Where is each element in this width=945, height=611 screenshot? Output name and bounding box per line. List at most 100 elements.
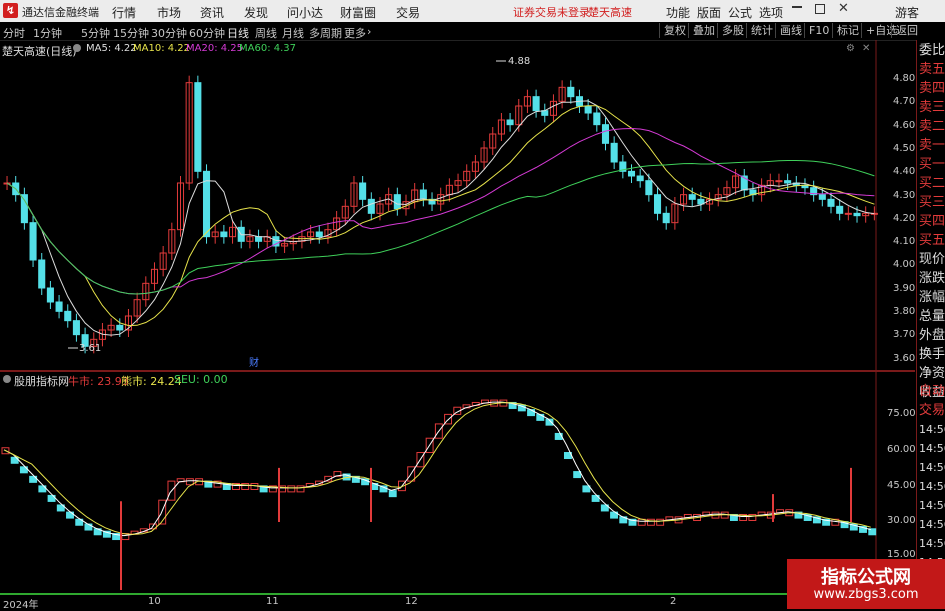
menu-trade[interactable]: 交易 — [396, 4, 420, 21]
candle-body — [220, 231, 228, 238]
menu-options[interactable]: 选项 — [759, 4, 783, 21]
guest-label[interactable]: 游客 — [895, 4, 919, 21]
close-icon[interactable]: ✕ — [838, 1, 849, 16]
quote-sidebar: 委比 卖五 卖四 卖三 卖二 卖一 买一 买二 买三 买四 买五 现价 涨跌 涨幅 总量 外盘 换手 净资 收益 自动… — [916, 40, 945, 609]
candle-body — [255, 236, 263, 242]
maximize-icon[interactable] — [815, 4, 825, 14]
menu-wealth[interactable]: 财富圈 — [340, 4, 376, 21]
period-tab-more[interactable]: 更多 — [344, 25, 366, 41]
price-tick: 4.10 — [893, 236, 916, 248]
watermark-title: 指标公式网 — [821, 567, 911, 588]
period-tab-30min[interactable]: 30分钟 — [151, 25, 187, 41]
time-label: 14:56 — [919, 480, 945, 493]
sidebar-quote-14: 总量 — [919, 309, 945, 324]
indicator-chart[interactable] — [0, 372, 915, 594]
sidebar-quote-15: 外盘 — [919, 328, 945, 343]
price-axis: 4.80 4.70 4.60 4.50 4.40 4.30 4.20 4.10 4.00 3.90… — [877, 40, 915, 370]
price-tick: 3.90 — [893, 282, 916, 294]
axis-bar — [0, 593, 875, 595]
price-tick: 4.40 — [893, 166, 916, 178]
low-price-label: 3.61 — [79, 343, 101, 354]
tool-multi-stock[interactable]: 多股 — [717, 23, 748, 38]
title-bar: ↯ 通达信金融终端 行情 市场 资讯 发现 问小达 财富圈 交易 证券交易未登录… — [0, 0, 945, 22]
menu-function[interactable]: 功能 — [666, 4, 690, 21]
period-tab-15min[interactable]: 15分钟 — [113, 25, 149, 41]
menu-formula[interactable]: 公式 — [728, 4, 752, 21]
period-tab-multi[interactable]: 多周期 — [309, 25, 342, 41]
candle-body — [784, 180, 792, 184]
candle-body — [359, 182, 367, 200]
period-tab-monthly[interactable]: 月线 — [282, 25, 304, 41]
candle-body — [836, 205, 844, 214]
indicator-bar — [573, 471, 582, 479]
indicator-bar — [296, 485, 305, 493]
period-tab-intraday[interactable]: 分时 — [3, 25, 25, 41]
candle-body — [55, 301, 63, 312]
menu-news[interactable]: 资讯 — [200, 4, 224, 21]
sidebar-auto-trade-0[interactable]: 自动 — [917, 383, 945, 401]
price-tick: 4.60 — [893, 119, 916, 131]
tool-mark[interactable]: 标记 — [832, 23, 863, 38]
tool-back[interactable]: 返回 — [891, 23, 922, 38]
period-tab-60min[interactable]: 60分钟 — [189, 25, 225, 41]
price-tick: 3.70 — [893, 329, 916, 341]
menu-layout[interactable]: 版面 — [697, 4, 721, 21]
tool-statistics[interactable]: 统计 — [746, 23, 777, 38]
menu-market[interactable]: 市场 — [157, 4, 181, 21]
time-label: 14:56 — [919, 537, 945, 550]
candle-body — [46, 287, 54, 303]
login-warning[interactable]: 证券交易未登录 — [513, 4, 590, 20]
price-tick: 4.30 — [893, 189, 916, 201]
candle-body — [116, 324, 124, 331]
sidebar-quote-4: 卖二 — [919, 119, 945, 134]
time-label: 14:56 — [919, 461, 945, 474]
tool-restore-rights[interactable]: 复权 — [659, 23, 690, 38]
candle-body — [29, 222, 37, 261]
candle-body — [636, 175, 644, 182]
candle-body — [38, 259, 46, 289]
time-label: 14:56 — [919, 423, 945, 436]
price-tick: 4.00 — [893, 259, 916, 271]
tool-draw[interactable]: 画线 — [775, 23, 806, 38]
period-tab-5min[interactable]: 5分钟 — [81, 25, 110, 41]
indicator-bar — [287, 485, 296, 493]
menu-discover[interactable]: 发现 — [244, 4, 268, 21]
period-toolbar: 分时 1分钟 5分钟 15分钟 30分钟 60分钟 日线 周线 月线 多周期 更… — [0, 22, 945, 41]
menu-ask[interactable]: 问小达 — [287, 4, 323, 21]
sidebar-quote-0: 委比 — [919, 43, 945, 58]
time-label: 14:56 — [919, 499, 945, 512]
sidebar-quote-2: 卖四 — [919, 81, 945, 96]
indicator-tick: 30.00 — [887, 515, 916, 526]
period-tab-daily[interactable]: 日线 — [227, 25, 249, 41]
candle-body — [72, 320, 80, 336]
watermark-banner: 指标公式网 www.zbgs3.com — [787, 559, 945, 609]
period-tab-1min[interactable]: 1分钟 — [33, 25, 62, 41]
candle-body — [315, 231, 323, 238]
chevron-right-icon[interactable]: › — [367, 25, 371, 38]
candle-body — [627, 170, 636, 177]
candle-body — [853, 212, 861, 217]
tool-f10[interactable]: F10 — [804, 23, 833, 38]
price-tick: 4.20 — [893, 212, 916, 224]
candle-body — [593, 112, 601, 126]
tool-overlay[interactable]: 叠加 — [688, 23, 719, 38]
period-tab-weekly[interactable]: 周线 — [255, 25, 277, 41]
app-logo-icon: ↯ — [3, 3, 18, 18]
date-label: 10 — [148, 596, 161, 607]
candle-body — [827, 198, 835, 207]
sidebar-auto-trade-1[interactable]: 交易 — [917, 402, 945, 420]
minimize-icon[interactable] — [792, 6, 802, 8]
date-label: 11 — [266, 596, 279, 607]
candle-body — [367, 198, 375, 214]
sidebar-quote-1: 卖五 — [919, 62, 945, 77]
sidebar-quote-6: 买一 — [919, 157, 945, 172]
sidebar-quote-10: 买五 — [919, 233, 945, 248]
indicator-bar — [582, 485, 591, 493]
time-label: 14:56 — [919, 442, 945, 455]
window-stock-title: 楚天高速 — [588, 6, 632, 19]
candle-body — [194, 82, 202, 172]
candle-body — [688, 194, 696, 200]
candlestick-chart[interactable]: 4.88 3.61 财 — [0, 40, 915, 370]
menu-market-quote[interactable]: 行情 — [112, 4, 136, 21]
sidebar-quote-3: 卖三 — [919, 100, 945, 115]
